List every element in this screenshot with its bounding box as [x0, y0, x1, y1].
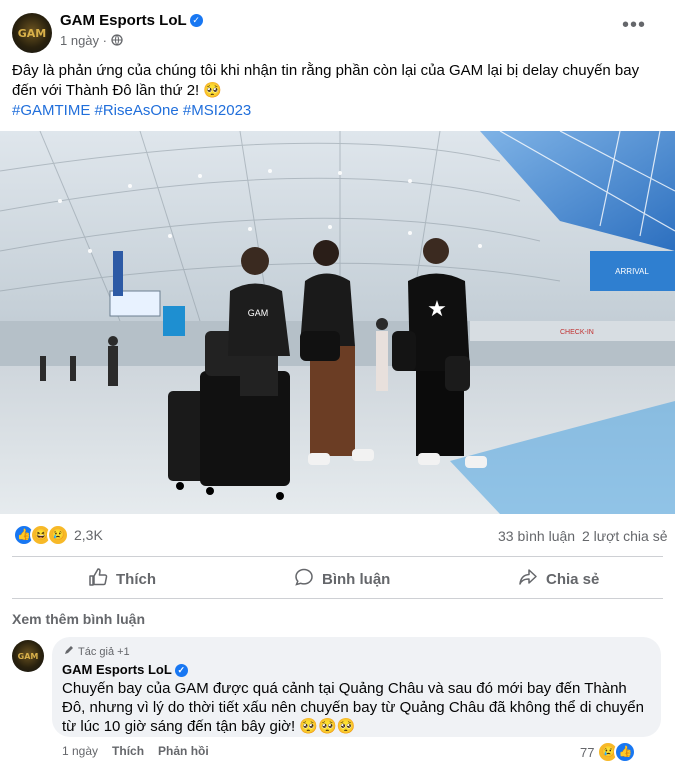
- share-label: Chia sẻ: [546, 570, 600, 588]
- comment-bubble: Tác giả +1 GAM Esports LoL ✓ Chuyến bay c…: [52, 637, 661, 737]
- comment-time[interactable]: 1 ngày: [62, 744, 98, 758]
- globe-icon: [110, 33, 123, 48]
- verified-badge-icon: ✓: [189, 14, 203, 28]
- post-meta: 1 ngày ·: [60, 33, 123, 48]
- divider: [12, 598, 663, 599]
- post-time[interactable]: 1 ngày: [60, 33, 99, 48]
- arrival-sign: ARRIVAL: [615, 267, 649, 276]
- svg-text:★: ★: [427, 297, 447, 322]
- post-photo[interactable]: ARRIVAL CHECK-IN GAM ★: [0, 131, 675, 514]
- like-label: Thích: [116, 570, 156, 588]
- comment-label: Bình luận: [322, 570, 391, 588]
- svg-text:GAM: GAM: [248, 308, 269, 318]
- post-text: Đây là phản ứng của chúng tôi khi nhận t…: [12, 62, 640, 99]
- comment-reactions[interactable]: 77 😢 👍: [580, 741, 637, 763]
- verified-badge-icon: ✓: [174, 664, 188, 678]
- comment-button[interactable]: Bình luận: [294, 567, 390, 591]
- reaction-count: 2,3K: [74, 527, 103, 543]
- share-count[interactable]: 2 lượt chia sẻ: [582, 528, 667, 544]
- commenter-avatar[interactable]: GAM: [12, 640, 44, 672]
- avatar-logo: GAM: [17, 26, 47, 40]
- pencil-icon: [64, 645, 74, 658]
- sad-reaction-icon: 😢: [47, 524, 69, 546]
- reactions-summary[interactable]: 👍 😆 😢 2,3K: [13, 524, 103, 546]
- comment-actions: 1 ngày Thích Phản hồi: [62, 744, 209, 758]
- like-button[interactable]: Thích: [88, 567, 156, 591]
- post-hashtags[interactable]: #GAMTIME #RiseAsOne #MSI2023: [12, 102, 251, 119]
- comment-count[interactable]: 33 bình luận: [498, 528, 575, 544]
- comment-reply-button[interactable]: Phản hồi: [158, 744, 209, 758]
- comment-reaction-count: 77: [580, 744, 595, 760]
- share-button[interactable]: Chia sẻ: [518, 567, 599, 591]
- page-avatar[interactable]: GAM: [12, 13, 52, 53]
- share-icon: [518, 567, 538, 591]
- author-badge: Tác giả +1: [64, 645, 130, 658]
- checkin-sign: CHECK-IN: [560, 329, 594, 336]
- comment-icon: [294, 567, 314, 591]
- avatar-logo: GAM: [17, 651, 39, 661]
- post-header: GAM Esports LoL ✓: [60, 12, 203, 30]
- comment-text: Chuyến bay của GAM được quá cảnh tại Quả…: [62, 680, 644, 735]
- author-badge-label: Tác giả +1: [78, 645, 130, 658]
- divider: [12, 556, 663, 557]
- comment-author-row: GAM Esports LoL ✓: [62, 662, 188, 678]
- more-options-icon[interactable]: •••: [622, 14, 658, 36]
- comment-author[interactable]: GAM Esports LoL: [62, 662, 172, 677]
- author-name[interactable]: GAM Esports LoL: [60, 12, 187, 29]
- like-reaction-icon: 👍: [614, 741, 637, 763]
- view-more-comments-link[interactable]: Xem thêm bình luận: [12, 611, 145, 627]
- like-icon: [88, 567, 108, 591]
- comment-like-button[interactable]: Thích: [112, 744, 144, 758]
